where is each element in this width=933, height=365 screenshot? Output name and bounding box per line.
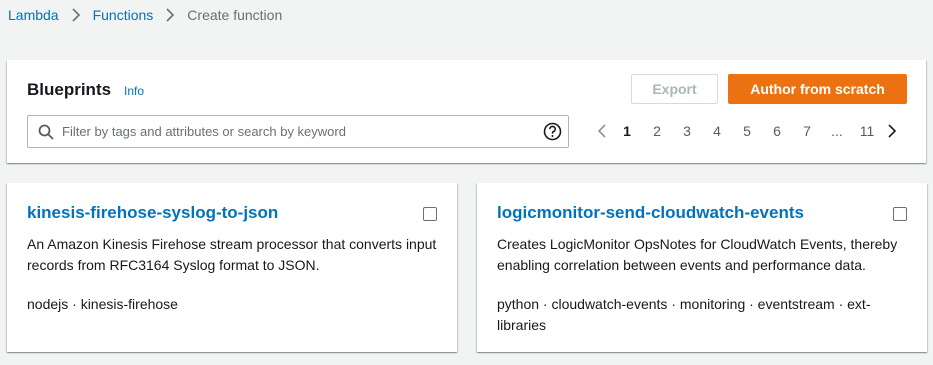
page-1[interactable]: 1 xyxy=(612,123,642,139)
page-ellipsis: ... xyxy=(831,123,843,139)
blueprints-title: Blueprints xyxy=(27,80,112,99)
export-button[interactable]: Export xyxy=(631,74,718,104)
chevron-right-icon xyxy=(159,6,181,24)
author-from-scratch-button[interactable]: Author from scratch xyxy=(728,74,907,104)
breadcrumb: Lambda Functions Create function xyxy=(8,6,282,24)
search-icon xyxy=(38,124,54,140)
blueprint-description: An Amazon Kinesis Firehose stream proces… xyxy=(27,236,437,273)
search-input[interactable] xyxy=(62,116,532,147)
page-6[interactable]: 6 xyxy=(762,123,792,139)
blueprint-tags: nodejs · kinesis-firehose xyxy=(27,296,178,312)
blueprints-panel: Blueprints Info Export Author from scrat… xyxy=(7,60,926,163)
page-2[interactable]: 2 xyxy=(642,123,672,139)
blueprint-tags: python · cloudwatch-events · monitoring … xyxy=(497,296,871,333)
breadcrumb-functions[interactable]: Functions xyxy=(93,7,154,23)
page-5[interactable]: 5 xyxy=(732,123,762,139)
help-icon[interactable] xyxy=(543,122,562,141)
blueprint-card[interactable]: logicmonitor-send-cloudwatch-events Crea… xyxy=(477,183,927,352)
page-3[interactable]: 3 xyxy=(672,123,702,139)
breadcrumb-lambda[interactable]: Lambda xyxy=(8,7,59,23)
page-4[interactable]: 4 xyxy=(702,123,732,139)
search-box xyxy=(27,115,569,148)
blueprint-card[interactable]: kinesis-firehose-syslog-to-json An Amazo… xyxy=(7,183,457,352)
breadcrumb-create-function: Create function xyxy=(187,7,283,23)
chevron-left-icon[interactable] xyxy=(592,120,612,142)
blueprint-checkbox[interactable] xyxy=(423,207,437,221)
pagination: 1 2 3 4 5 6 7 ... 11 xyxy=(592,120,902,142)
chevron-right-icon[interactable] xyxy=(882,120,902,142)
blueprint-title[interactable]: logicmonitor-send-cloudwatch-events xyxy=(497,203,804,223)
blueprint-description: Creates LogicMonitor OpsNotes for CloudW… xyxy=(497,236,898,273)
page-11[interactable]: 11 xyxy=(852,123,882,139)
chevron-right-icon xyxy=(65,6,87,24)
blueprint-checkbox[interactable] xyxy=(893,207,907,221)
info-link[interactable]: Info xyxy=(124,84,144,98)
page-7[interactable]: 7 xyxy=(792,123,822,139)
blueprint-title[interactable]: kinesis-firehose-syslog-to-json xyxy=(27,203,278,223)
